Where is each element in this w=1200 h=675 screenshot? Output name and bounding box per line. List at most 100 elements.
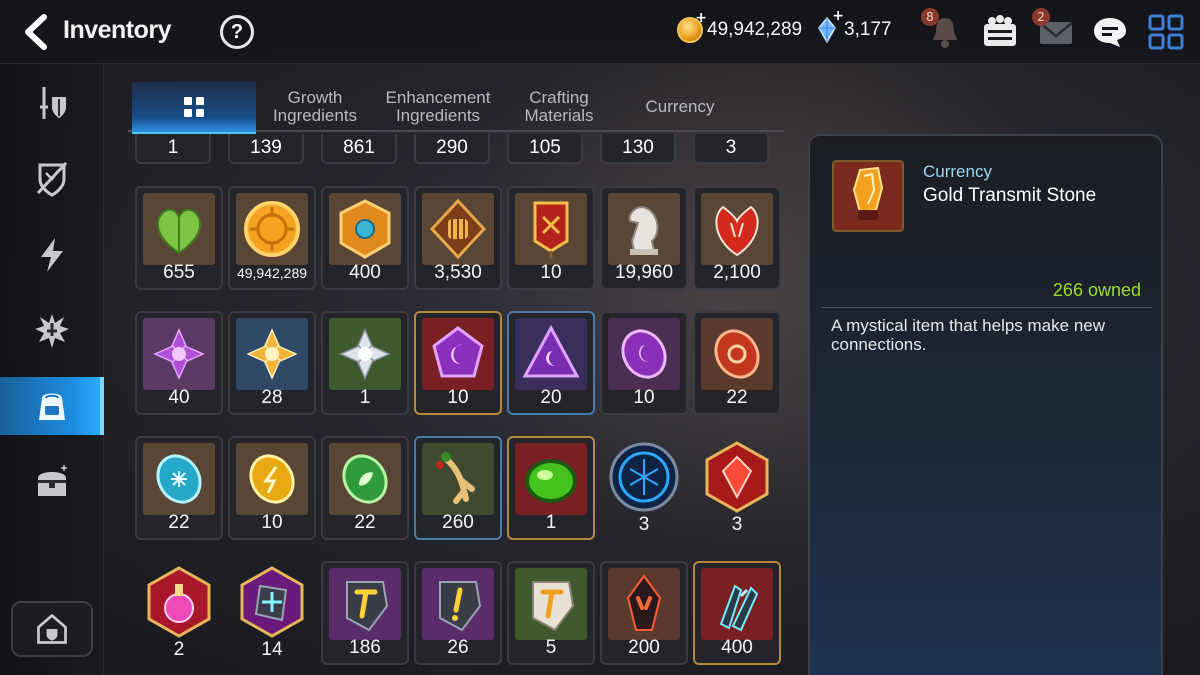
mail-button[interactable]: 2 [1032,8,1076,52]
tab-all[interactable] [132,82,256,132]
yellow-oval-gem-icon [236,443,308,515]
inventory-slot[interactable]: 1 [507,436,595,540]
grid-icon [184,97,204,117]
inventory-slot[interactable]: 186 [321,561,409,665]
inventory-slot-partial[interactable]: 105 [507,134,583,164]
gold-flower-icon [236,318,308,390]
sidebar-item-equipment[interactable] [0,74,104,132]
silver-flower-icon [329,318,401,390]
tab-growth-ingredients[interactable]: Growth Ingredients [262,82,368,132]
inventory-slot[interactable]: 20 [507,311,595,415]
team-icon [984,15,1016,46]
mail-badge: 2 [1032,8,1050,26]
sidebar-item-catalysts[interactable] [0,226,104,284]
rune-stone-exclaim-icon [422,568,494,640]
crystal-currency[interactable]: + 3,177 [818,8,892,44]
gold-amount: 49,942,289 [707,19,803,40]
notification-badge: 8 [921,8,939,26]
inventory-slot[interactable]: 400 [321,186,409,290]
red-leaf-icon [701,193,773,265]
inventory-slot[interactable]: 3 [600,436,688,540]
inventory-slot[interactable]: 10 [507,186,595,290]
cyan-oval-gem-icon [143,443,215,515]
sidebar-item-materials[interactable] [0,377,104,435]
item-name: Gold Transmit Stone [923,185,1097,206]
inventory-slot[interactable]: 19,960 [600,186,688,290]
inventory-slot[interactable]: 22 [321,436,409,540]
treasure-chest-icon [38,464,68,496]
inventory-slot-partial[interactable]: 130 [600,134,676,164]
sidebar-item-special[interactable] [0,302,104,360]
inventory-slot[interactable]: 260 [414,436,502,540]
red-crystal-hex-icon [701,441,773,513]
inventory-slot-partial[interactable]: 3 [693,134,769,164]
gold-coin-icon: + [677,10,707,43]
help-button[interactable]: ? [220,15,254,49]
backpack-icon [39,393,65,420]
tab-enhancement-ingredients[interactable]: Enhancement Ingredients [378,82,498,132]
inventory-slot[interactable]: 10 [600,311,688,415]
gold-currency[interactable]: + 49,942,289 [677,10,803,43]
item-owned-count: 266 owned [1052,280,1141,300]
inventory-slot-partial[interactable]: 139 [228,134,304,164]
crystal-icon: + [818,8,844,44]
inventory-tabs: Growth Ingredients Enhancement Ingredien… [128,82,784,132]
crystal-amount: 3,177 [844,19,892,40]
item-description: A mystical item that helps make new conn… [831,316,1106,354]
pink-potion-hex-icon [143,566,215,638]
inventory-slot[interactable]: 10 [228,436,316,540]
gold-coin-icon [236,193,308,265]
rune-stone-t-purple-icon [329,568,401,640]
inventory-slot[interactable]: 26 [414,561,502,665]
inventory-slot[interactable]: 22 [135,436,223,540]
fist-emblem-icon [422,193,494,265]
inventory-slot[interactable]: 400 [693,561,781,665]
cyan-crystal-cluster-icon [701,568,773,640]
item-category: Currency [923,162,992,181]
roster-button[interactable] [980,12,1020,52]
inventory-slot[interactable]: 49,942,289 [228,186,316,290]
chat-button[interactable] [1090,12,1130,52]
dark-red-crystal-icon [608,568,680,640]
notification-button[interactable]: 8 [921,8,965,52]
sidebar-item-chests[interactable] [0,453,104,511]
main-menu-button[interactable] [1146,12,1186,52]
inventory-slot[interactable]: 3 [693,436,781,540]
inventory-slot[interactable]: 3,530 [414,186,502,290]
sword-shield-icon [40,87,66,119]
inventory-slot-partial[interactable]: 1 [135,134,211,164]
tab-crafting-materials[interactable]: Crafting Materials [508,82,610,132]
inventory-slot-partial[interactable]: 861 [321,134,397,164]
inventory-slot-partial[interactable]: 290 [414,134,490,164]
sidebar-item-artifacts[interactable] [0,150,104,208]
purple-triangle-gem-icon [515,318,587,390]
inventory-slot[interactable]: 5 [507,561,595,665]
inventory-slot[interactable]: 40 [135,311,223,415]
back-button[interactable] [20,14,54,50]
red-oval-gem-icon [701,318,773,390]
divider [822,307,1152,308]
inventory-slot[interactable]: 1 [321,311,409,415]
category-sidebar [0,64,104,675]
gold-transmit-stone-icon [832,160,904,232]
tab-currency[interactable]: Currency [620,82,740,132]
page-title: Inventory [63,16,172,44]
house-shield-icon [37,613,67,644]
splash-badge-icon [35,314,69,348]
inventory-slot[interactable]: 22 [693,311,781,415]
inventory-slot[interactable]: 655 [135,186,223,290]
cyan-shard-hex-icon [236,566,308,638]
purple-flower-icon [143,318,215,390]
inventory-slot[interactable]: 10 [414,311,502,415]
sidebar-sanctuary-button[interactable] [11,601,93,657]
inventory-slot[interactable]: 28 [228,311,316,415]
inventory-slot[interactable]: 14 [228,561,316,665]
leaf-heart-icon [143,193,215,265]
ginseng-root-icon [422,443,494,515]
green-orb-icon [515,443,587,515]
inventory-slot[interactable]: 200 [600,561,688,665]
inventory-slot[interactable]: 2,100 [693,186,781,290]
inventory-slot[interactable]: 2 [135,561,223,665]
rune-stone-t-white-icon [515,568,587,640]
chat-bubble-icon [1094,18,1126,47]
